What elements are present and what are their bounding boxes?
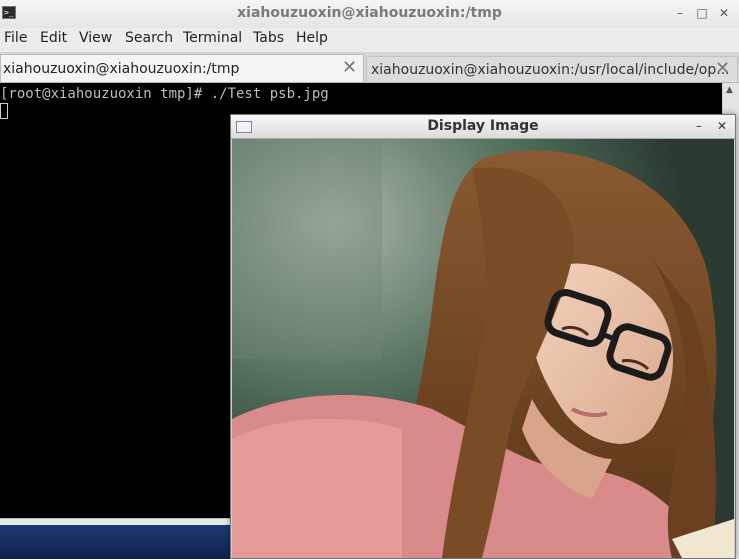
tab-tmp[interactable]: xiahouzuoxin@xiahouzuoxin:/tmp ✕ <box>0 54 364 82</box>
menu-terminal[interactable]: Terminal <box>183 30 242 46</box>
title-bar[interactable]: >_ xiahouzuoxin@xiahouzuoxin:/tmp – □ ✕ <box>0 0 739 29</box>
menu-edit[interactable]: Edit <box>40 30 67 46</box>
text-cursor <box>0 103 8 119</box>
tab-bar: xiahouzuoxin@xiahouzuoxin:/tmp ✕ xiahouz… <box>0 52 739 83</box>
up-arrow-icon[interactable]: ▲ <box>726 85 733 95</box>
close-icon[interactable]: ✕ <box>717 6 731 20</box>
display-image-window: Display Image – ✕ <box>230 114 736 559</box>
menu-bar: File Edit View Search Terminal Tabs Help <box>0 28 739 50</box>
minimize-icon[interactable]: – <box>673 6 687 20</box>
menu-search[interactable]: Search <box>125 30 173 46</box>
photo-portrait <box>232 139 734 558</box>
desktop-background <box>0 525 230 559</box>
close-tab-icon[interactable]: ✕ <box>715 59 730 79</box>
image-title-bar[interactable]: Display Image – ✕ <box>231 115 735 139</box>
window-title: xiahouzuoxin@xiahouzuoxin:/tmp <box>237 5 502 21</box>
prompt-line: [root@xiahouzuoxin tmp]# ./Test psb.jpg <box>0 86 329 102</box>
menu-file[interactable]: File <box>4 30 27 46</box>
menu-help[interactable]: Help <box>296 30 328 46</box>
tab-label: xiahouzuoxin@xiahouzuoxin:/usr/local/inc… <box>371 62 730 78</box>
menu-view[interactable]: View <box>79 30 112 46</box>
maximize-icon[interactable]: □ <box>695 6 709 20</box>
close-tab-icon[interactable]: ✕ <box>342 58 357 78</box>
close-icon[interactable]: ✕ <box>717 119 727 133</box>
menu-tabs[interactable]: Tabs <box>253 30 284 46</box>
image-window-title: Display Image <box>427 118 539 134</box>
displayed-photo <box>232 139 734 558</box>
minimize-icon[interactable]: – <box>696 119 702 133</box>
tab-include[interactable]: xiahouzuoxin@xiahouzuoxin:/usr/local/inc… <box>366 56 738 82</box>
tab-label: xiahouzuoxin@xiahouzuoxin:/tmp <box>3 61 240 77</box>
